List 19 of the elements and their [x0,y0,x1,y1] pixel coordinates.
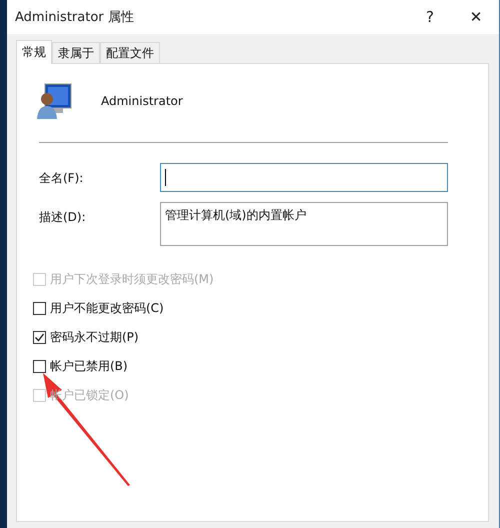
checkbox-label: 密码永不过期(P) [50,328,139,346]
input-field[interactable] [160,163,448,192]
tab[interactable]: 常规 [16,40,52,64]
checkbox[interactable] [33,360,46,372]
checkbox[interactable] [33,330,46,344]
tab[interactable]: 配置文件 [100,42,160,63]
input-field[interactable]: 管理计算机(域)的内置帐户 [160,202,448,246]
help-button[interactable]: ? [407,0,453,34]
account-name: Administrator [101,94,183,108]
checkbox-label: 帐户已禁用(B) [50,358,128,374]
tab[interactable]: 隶属于 [52,42,100,63]
field-label: 描述(D): [39,209,87,226]
window-title: Administrator 属性 [15,9,135,26]
field-label: 全名(F): [39,170,84,187]
user-computer-icon [37,82,73,120]
checkbox-label: 用户下次登录时须更改密码(M) [50,270,214,288]
checkbox-label: 用户不能更改密码(C) [50,300,164,316]
close-button[interactable]: ✕ [453,0,499,34]
checkbox[interactable] [33,302,46,314]
